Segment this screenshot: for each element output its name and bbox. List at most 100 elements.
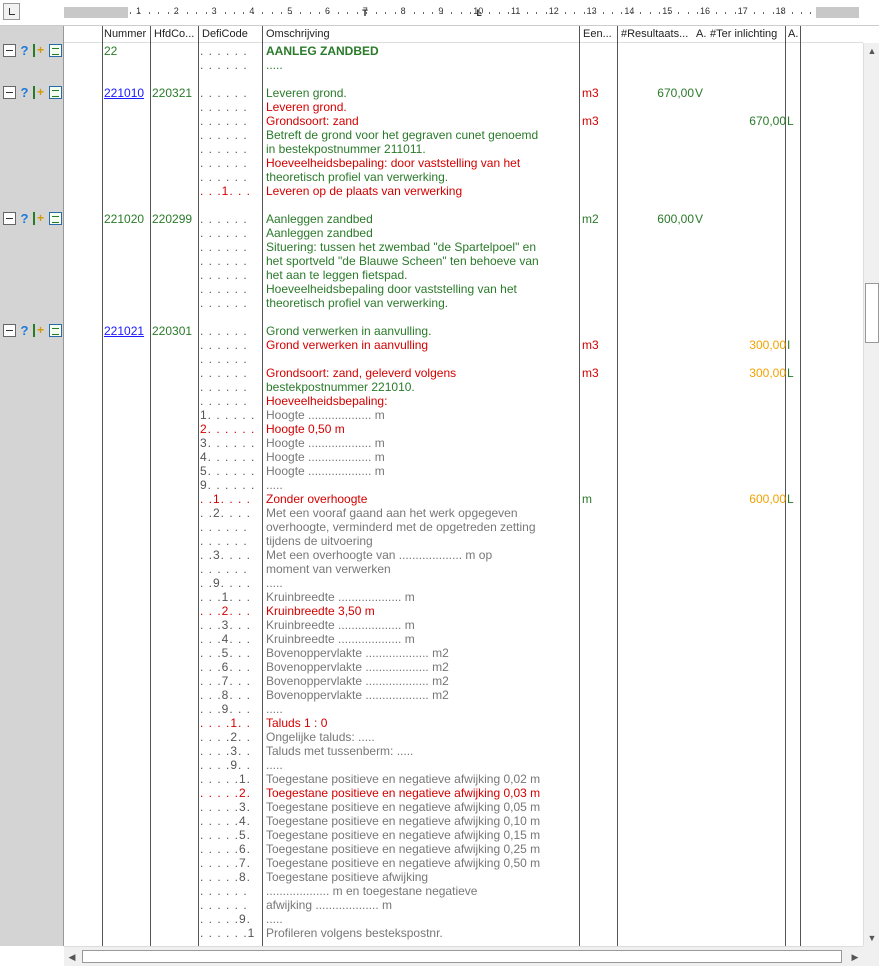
table-row[interactable]: . . . . .3. Toegestane positieve en negat… (64, 800, 863, 814)
question-icon[interactable]: ? (18, 44, 31, 57)
table-row[interactable]: . . . . . . overhoogte, verminderd met de… (64, 520, 863, 534)
table-row[interactable]: . . . . . . Hoeveelheidsbepaling door vas… (64, 282, 863, 296)
vertical-scroll-thumb[interactable] (865, 283, 879, 343)
table-row[interactable]: 4. . . . . . Hoogte ................... m (64, 450, 863, 464)
table-row[interactable]: . . . . . ...... (64, 58, 863, 72)
table-row[interactable]: . . . . .6. Toegestane positieve en negat… (64, 842, 863, 856)
table-row[interactable]: 221010 220321 . . . . . . Leveren grond. m3 6… (64, 86, 863, 100)
table-row[interactable]: . . .2. . . Kruinbreedte 3,50 m (64, 604, 863, 618)
scroll-up-icon[interactable]: ▲ (864, 43, 879, 59)
table-row[interactable]: . . . . . . het aan te leggen fietspad. (64, 268, 863, 282)
document-icon[interactable] (49, 212, 62, 225)
collapse-icon[interactable] (3, 324, 16, 337)
table-row[interactable]: . . . . . . Leveren grond. (64, 100, 863, 114)
table-row[interactable]: . . . . . . theoretisch profiel van verwe… (64, 170, 863, 184)
horizontal-scroll-thumb[interactable] (82, 950, 842, 963)
table-row[interactable]: 2. . . . . . Hoogte 0,50 m (64, 422, 863, 436)
table-row[interactable]: . . . .1. . Taluds 1 : 0 (64, 716, 863, 730)
scroll-left-icon[interactable]: ◀ (64, 949, 80, 965)
table-row[interactable]: . . . . .4. Toegestane positieve en negat… (64, 814, 863, 828)
document-icon[interactable] (49, 324, 62, 337)
col-deficode[interactable]: DefiCode (202, 28, 262, 40)
col-eenheid[interactable]: Een... (583, 28, 617, 40)
question-icon[interactable]: ? (18, 324, 31, 337)
row-number[interactable]: 221021 (104, 324, 144, 338)
table-row[interactable]: 221020 220299 . . . . . . Aanleggen zandbed… (64, 212, 863, 226)
horizontal-scrollbar[interactable]: ◀ ▶ (64, 946, 863, 966)
table-row[interactable]: 22 . . . . . . AANLEG ZANDBED (64, 44, 863, 58)
row-number[interactable]: 221010 (104, 86, 144, 100)
table-row[interactable]: . . .5. . . Bovenoppervlakte ............… (64, 646, 863, 660)
table-row[interactable]: . . . . .2. Toegestane positieve en negat… (64, 786, 863, 800)
table-row[interactable]: 9. . . . . ...... (64, 478, 863, 492)
scroll-right-icon[interactable]: ▶ (847, 949, 863, 965)
table-row[interactable]: . . . . . . Betreft de grond voor het geg… (64, 128, 863, 142)
table-row[interactable]: 5. . . . . . Hoogte ................... m (64, 464, 863, 478)
question-icon[interactable]: ? (18, 86, 31, 99)
tab-selector-button[interactable] (3, 3, 20, 20)
table-row[interactable]: . . . . . . Aanleggen zandbed (64, 226, 863, 240)
question-icon[interactable]: ? (18, 212, 31, 225)
table-row[interactable]: . .1. . . . Zonder overhoogte m 600,00 L (64, 492, 863, 506)
table-row[interactable]: . . . . .7. Toegestane positieve en negat… (64, 856, 863, 870)
table-row[interactable]: . . .4. . . Kruinbreedte ................… (64, 632, 863, 646)
table-row[interactable]: . . .6. . . Bovenoppervlakte ............… (64, 660, 863, 674)
add-item-icon[interactable]: + (33, 324, 46, 337)
table-row[interactable]: . . . . .1. Toegestane positieve en negat… (64, 772, 863, 786)
table-row[interactable]: 3. . . . . . Hoogte ................... m (64, 436, 863, 450)
add-item-icon[interactable]: + (33, 212, 46, 225)
table-row[interactable]: . . .1. . . Kruinbreedte ................… (64, 590, 863, 604)
table-row[interactable]: . . . . . . tijdens de uitvoering (64, 534, 863, 548)
table-row[interactable]: . . . . . . (64, 352, 863, 366)
table-row[interactable]: . . . .3. . Taluds met tussenberm: ..... (64, 744, 863, 758)
add-item-icon[interactable]: + (33, 86, 46, 99)
document-icon[interactable] (49, 44, 62, 57)
table-row[interactable]: . . . . .5. Toegestane positieve en negat… (64, 828, 863, 842)
col-nummer[interactable]: Nummer (104, 28, 150, 40)
table-row[interactable] (64, 198, 863, 212)
table-row[interactable]: . . . . . . Grond verwerken in aanvulling… (64, 338, 863, 352)
table-row[interactable] (64, 72, 863, 86)
table-row[interactable] (64, 310, 863, 324)
table-row[interactable]: . . . . .8. Toegestane positieve afwijkin… (64, 870, 863, 884)
table-row[interactable]: . . .3. . . Kruinbreedte ................… (64, 618, 863, 632)
table-row[interactable]: . . . . . . theoretisch profiel van verwe… (64, 296, 863, 310)
table-row[interactable]: . . . . .9...... (64, 912, 863, 926)
vertical-scrollbar[interactable]: ▲ ▼ (863, 43, 879, 946)
table-row[interactable]: . . . . . . het sportveld "de Blauwe Sche… (64, 254, 863, 268)
col-ter-inlichting[interactable]: #Ter inlichting (710, 28, 786, 40)
table-row[interactable]: . . . . . . in bestekpostnummer 211011. (64, 142, 863, 156)
table-row[interactable]: . . . . . . Grondsoort: zand, geleverd vo… (64, 366, 863, 380)
table-row[interactable]: . . . . . . Grondsoort: zand m3 670,00 L (64, 114, 863, 128)
table-row[interactable]: . . . .9. ...... (64, 758, 863, 772)
table-row[interactable]: . . .9. . ...... (64, 702, 863, 716)
add-item-icon[interactable]: + (33, 44, 46, 57)
table-row[interactable]: . .3. . . . Met een overhoogte van ......… (64, 548, 863, 562)
collapse-icon[interactable] (3, 86, 16, 99)
table-row[interactable]: . . .8. . . Bovenoppervlakte ............… (64, 688, 863, 702)
table-row[interactable]: 221021 220301 . . . . . . Grond verwerken i… (64, 324, 863, 338)
table-row[interactable]: . . .7. . . Bovenoppervlakte ............… (64, 674, 863, 688)
table-row[interactable]: 1. . . . . . Hoogte ................... m (64, 408, 863, 422)
table-row[interactable]: . . . . . . Hoeveelheidsbepaling: (64, 394, 863, 408)
table-row[interactable]: . . . . . . moment van verwerken (64, 562, 863, 576)
col-a1[interactable]: A. (696, 28, 710, 40)
col-a2[interactable]: A. (788, 28, 800, 40)
col-omschrijving[interactable]: Omschrijving (266, 28, 576, 40)
document-icon[interactable] (49, 86, 62, 99)
collapse-icon[interactable] (3, 212, 16, 225)
col-hfdcode[interactable]: HfdCo... (154, 28, 198, 40)
table-row[interactable]: . . . .2. . Ongelijke taluds: ..... (64, 730, 863, 744)
table-row[interactable]: . . . . . .1 Profileren volgens bestekspo… (64, 926, 863, 940)
table-row[interactable]: . . . . . . bestekpostnummer 221010. (64, 380, 863, 394)
table-row[interactable]: . . .1. . . Leveren op de plaats van verw… (64, 184, 863, 198)
table-row[interactable]: . . . . . . Hoeveelheidsbepaling: door va… (64, 156, 863, 170)
table-row[interactable]: . . . . . . ................... m en toeg… (64, 884, 863, 898)
table-row[interactable]: . .9. . . ...... (64, 576, 863, 590)
ruler-tab-mark[interactable]: L (476, 9, 482, 20)
collapse-icon[interactable] (3, 44, 16, 57)
ruler-tab-mark[interactable]: T (362, 9, 368, 20)
col-resultaat[interactable]: #Resultaats... (621, 28, 691, 40)
scroll-down-icon[interactable]: ▼ (864, 930, 879, 946)
table-row[interactable]: . .2. . . . Met een vooraf gaand aan het … (64, 506, 863, 520)
